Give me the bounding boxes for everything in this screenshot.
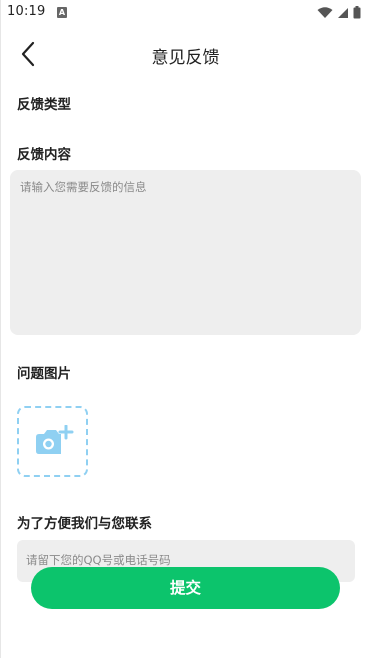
feedback-type-label: 反馈类型 xyxy=(17,97,71,113)
contact-label: 为了方便我们与您联系 xyxy=(17,516,152,532)
problem-image-label: 问题图片 xyxy=(17,366,71,382)
battery-icon xyxy=(353,6,361,19)
feedback-content-placeholder: 请输入您需要反馈的信息 xyxy=(20,180,147,194)
feedback-content-input[interactable]: 请输入您需要反馈的信息 xyxy=(10,170,361,335)
page-title: 意见反馈 xyxy=(151,48,220,68)
screen-edge xyxy=(0,0,1,661)
camera-add-icon xyxy=(35,424,73,454)
app-bar: 意见反馈 xyxy=(0,30,371,76)
image-upload-button[interactable] xyxy=(17,406,88,477)
notification-icon: A xyxy=(57,7,67,18)
contact-placeholder: 请留下您的QQ号或电话号码 xyxy=(26,553,171,567)
status-time: 10:19 xyxy=(7,4,46,19)
feedback-content-label: 反馈内容 xyxy=(17,147,71,163)
submit-button[interactable]: 提交 xyxy=(31,567,340,609)
status-bar: 10:19 A xyxy=(0,0,371,26)
wifi-icon xyxy=(317,6,333,18)
status-icons xyxy=(317,6,361,19)
cell-signal-icon xyxy=(338,7,348,18)
